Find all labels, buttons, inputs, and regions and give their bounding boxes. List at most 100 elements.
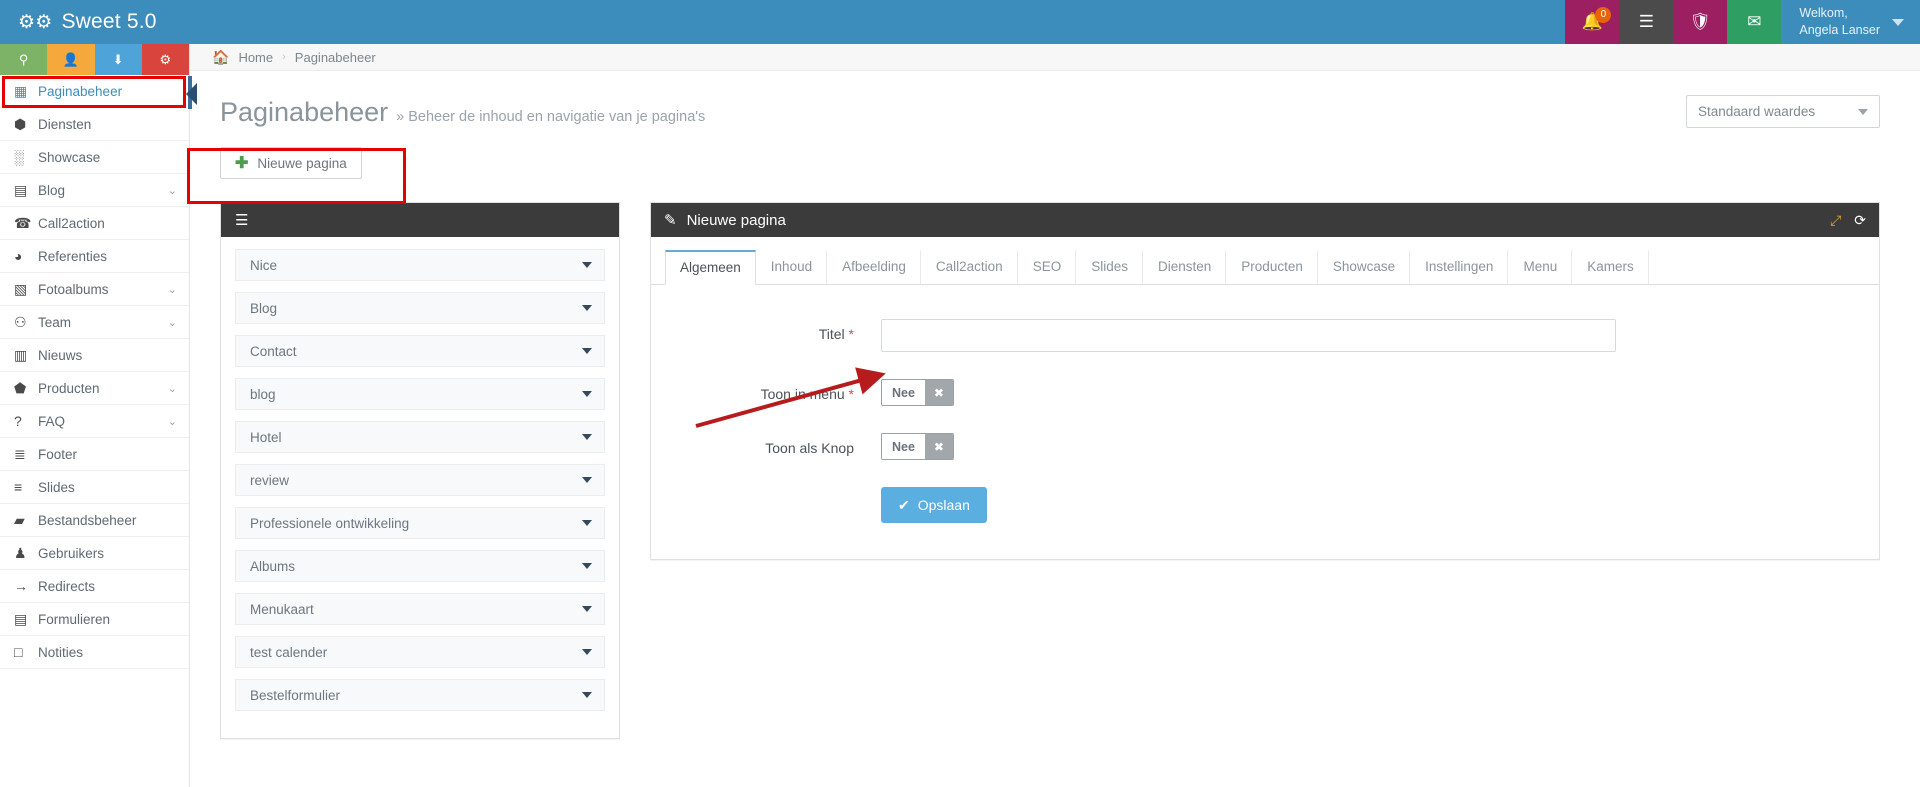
new-page-button[interactable]: ✚ Nieuwe pagina bbox=[220, 147, 362, 179]
titel-label: Titel * bbox=[651, 319, 881, 342]
chevron-down-icon[interactable] bbox=[582, 606, 592, 612]
chevron-down-icon[interactable] bbox=[582, 477, 592, 483]
titel-input[interactable] bbox=[881, 319, 1616, 352]
breadcrumb-home-link[interactable]: Home bbox=[238, 50, 273, 65]
chevron-down-icon[interactable]: ⌄ bbox=[168, 283, 177, 296]
tab-inhoud[interactable]: Inhoud bbox=[756, 250, 828, 285]
sidebar-item-showcase[interactable]: ░ Showcase bbox=[0, 141, 189, 174]
page-list-item-row[interactable]: Hotel bbox=[235, 421, 605, 453]
chevron-down-icon[interactable] bbox=[582, 305, 592, 311]
user-icon: ♟ bbox=[14, 544, 27, 561]
chevron-down-icon[interactable]: ⌄ bbox=[168, 382, 177, 395]
new-page-form-panel: ✎ Nieuwe pagina ⤢ ⟳ Algemeen Inhoud Afbeel… bbox=[650, 202, 1880, 560]
required-marker: * bbox=[848, 326, 854, 342]
sidebar-item-team[interactable]: ⚇ Team ⌄ bbox=[0, 306, 189, 339]
chevron-down-icon[interactable] bbox=[582, 434, 592, 440]
page-list-item-row[interactable]: Nice bbox=[235, 249, 605, 281]
sidebar-item-producten[interactable]: ⬟ Producten ⌄ bbox=[0, 372, 189, 405]
chevron-down-icon[interactable] bbox=[582, 692, 592, 698]
chevron-down-icon[interactable] bbox=[582, 520, 592, 526]
page-list-item[interactable]: Nice bbox=[235, 249, 605, 281]
toon-als-knop-toggle[interactable]: Nee ✖ bbox=[881, 433, 954, 460]
page-list-item[interactable]: blog bbox=[235, 378, 605, 410]
tab-afbeelding[interactable]: Afbeelding bbox=[827, 250, 921, 285]
sidebar-item-redirects[interactable]: → Redirects bbox=[0, 570, 189, 603]
close-icon[interactable]: ✖ bbox=[924, 434, 953, 459]
chevron-down-icon[interactable]: ⌄ bbox=[168, 316, 177, 329]
tab-seo[interactable]: SEO bbox=[1018, 250, 1077, 285]
page-list-item[interactable]: Albums bbox=[235, 550, 605, 582]
sidebar-item-diensten[interactable]: ⬢ Diensten bbox=[0, 108, 189, 141]
sidebar-item-footer[interactable]: ≣ Footer bbox=[0, 438, 189, 471]
page-list-item-row[interactable]: review bbox=[235, 464, 605, 496]
expand-icon[interactable]: ⤢ bbox=[1830, 212, 1841, 229]
messages-button[interactable]: ✉ bbox=[1727, 0, 1782, 44]
tab-algemeen[interactable]: Algemeen bbox=[665, 250, 756, 285]
sidebar-item-faq[interactable]: ? FAQ ⌄ bbox=[0, 405, 189, 438]
close-icon[interactable]: ✖ bbox=[924, 380, 953, 405]
sidebar-item-call2action[interactable]: ☎ Call2action bbox=[0, 207, 189, 240]
page-list-item-row[interactable]: test calender bbox=[235, 636, 605, 668]
chevron-down-icon[interactable]: ⌄ bbox=[168, 415, 177, 428]
sidebar-item-label: Producten bbox=[38, 380, 100, 396]
tab-kamers[interactable]: Kamers bbox=[1572, 250, 1649, 285]
sidebar-item-nieuws[interactable]: ▥ Nieuws bbox=[0, 339, 189, 372]
settings-gears-icon-button[interactable]: ⚙ bbox=[141, 44, 189, 75]
page-list-item-row[interactable]: Blog bbox=[235, 292, 605, 324]
page-list-item[interactable]: Professionele ontwikkeling bbox=[235, 507, 605, 539]
tab-instellingen[interactable]: Instellingen bbox=[1410, 250, 1509, 285]
chevron-down-icon[interactable] bbox=[582, 262, 592, 268]
page-list-item-row[interactable]: Professionele ontwikkeling bbox=[235, 507, 605, 539]
page-list-item[interactable]: test calender bbox=[235, 636, 605, 668]
toon-in-menu-toggle[interactable]: Nee ✖ bbox=[881, 379, 954, 406]
sidebar-item-bestandsbeheer[interactable]: ▰ Bestandsbeheer bbox=[0, 504, 189, 537]
hamburger-icon[interactable]: ☰ bbox=[235, 211, 248, 229]
sidebar-item-referenties[interactable]: ◕ Referenties bbox=[0, 240, 189, 273]
tab-diensten[interactable]: Diensten bbox=[1143, 250, 1227, 285]
preset-values-select[interactable]: Standaard waardes bbox=[1686, 95, 1880, 128]
page-list-item[interactable]: Menukaart bbox=[235, 593, 605, 625]
page-list-item-row[interactable]: blog bbox=[235, 378, 605, 410]
app-brand[interactable]: ⚙⚙ Sweet 5.0 bbox=[0, 0, 190, 44]
tab-menu[interactable]: Menu bbox=[1508, 250, 1573, 285]
security-button[interactable]: 🛡 bbox=[1673, 0, 1728, 44]
page-list-item[interactable]: Bestelformulier bbox=[235, 679, 605, 711]
save-button[interactable]: ✔ Opslaan bbox=[881, 487, 987, 523]
page-list-item-row[interactable]: Bestelformulier bbox=[235, 679, 605, 711]
tab-call2action[interactable]: Call2action bbox=[921, 250, 1018, 285]
plus-icon: ✚ bbox=[235, 155, 249, 172]
page-list-item-row[interactable]: Contact bbox=[235, 335, 605, 367]
sidebar-item-gebruikers[interactable]: ♟ Gebruikers bbox=[0, 537, 189, 570]
chevron-down-icon[interactable] bbox=[582, 563, 592, 569]
chevron-down-icon[interactable] bbox=[582, 348, 592, 354]
sidebar-item-formulieren[interactable]: ▤ Formulieren bbox=[0, 603, 189, 636]
toon-als-knop-label-text: Toon als Knop bbox=[765, 440, 854, 456]
sidebar-item-blog[interactable]: ▤ Blog ⌄ bbox=[0, 174, 189, 207]
chevron-down-icon[interactable] bbox=[582, 649, 592, 655]
page-list-item[interactable]: Hotel bbox=[235, 421, 605, 453]
tab-producten[interactable]: Producten bbox=[1226, 250, 1318, 285]
page-list-item[interactable]: review bbox=[235, 464, 605, 496]
refresh-icon[interactable]: ⟳ bbox=[1854, 212, 1866, 229]
sidebar-item-fotoalbums[interactable]: ▧ Fotoalbums ⌄ bbox=[0, 273, 189, 306]
tab-slides[interactable]: Slides bbox=[1076, 250, 1143, 285]
notifications-button[interactable]: 🔔 0 bbox=[1565, 0, 1620, 44]
chevron-down-icon[interactable]: ⌄ bbox=[168, 184, 177, 197]
sidebar-item-notities[interactable]: □ Notities bbox=[0, 636, 189, 669]
page-list-item-row[interactable]: Menukaart bbox=[235, 593, 605, 625]
download-icon-button[interactable]: ⬇ bbox=[94, 44, 142, 75]
sidebar-item-paginabeheer[interactable]: ▦ Paginabeheer bbox=[0, 75, 189, 108]
tasks-button[interactable]: ☰ bbox=[1619, 0, 1674, 44]
sidebar-item-slides[interactable]: ≡ Slides bbox=[0, 471, 189, 504]
page-list-item[interactable]: Blog bbox=[235, 292, 605, 324]
page-list-item-label: Bestelformulier bbox=[250, 687, 341, 703]
page-list-item[interactable]: Contact bbox=[235, 335, 605, 367]
page-list-item-label: Menukaart bbox=[250, 601, 314, 617]
user-icon-button[interactable]: 👤 bbox=[47, 44, 95, 75]
map-marker-icon-button[interactable]: ⚲ bbox=[0, 44, 48, 75]
tab-showcase[interactable]: Showcase bbox=[1318, 250, 1411, 285]
page-list-item-label: Nice bbox=[250, 257, 278, 273]
page-list-item-row[interactable]: Albums bbox=[235, 550, 605, 582]
user-menu[interactable]: Welkom, Angela Lanser bbox=[1781, 0, 1920, 44]
chevron-down-icon[interactable] bbox=[582, 391, 592, 397]
